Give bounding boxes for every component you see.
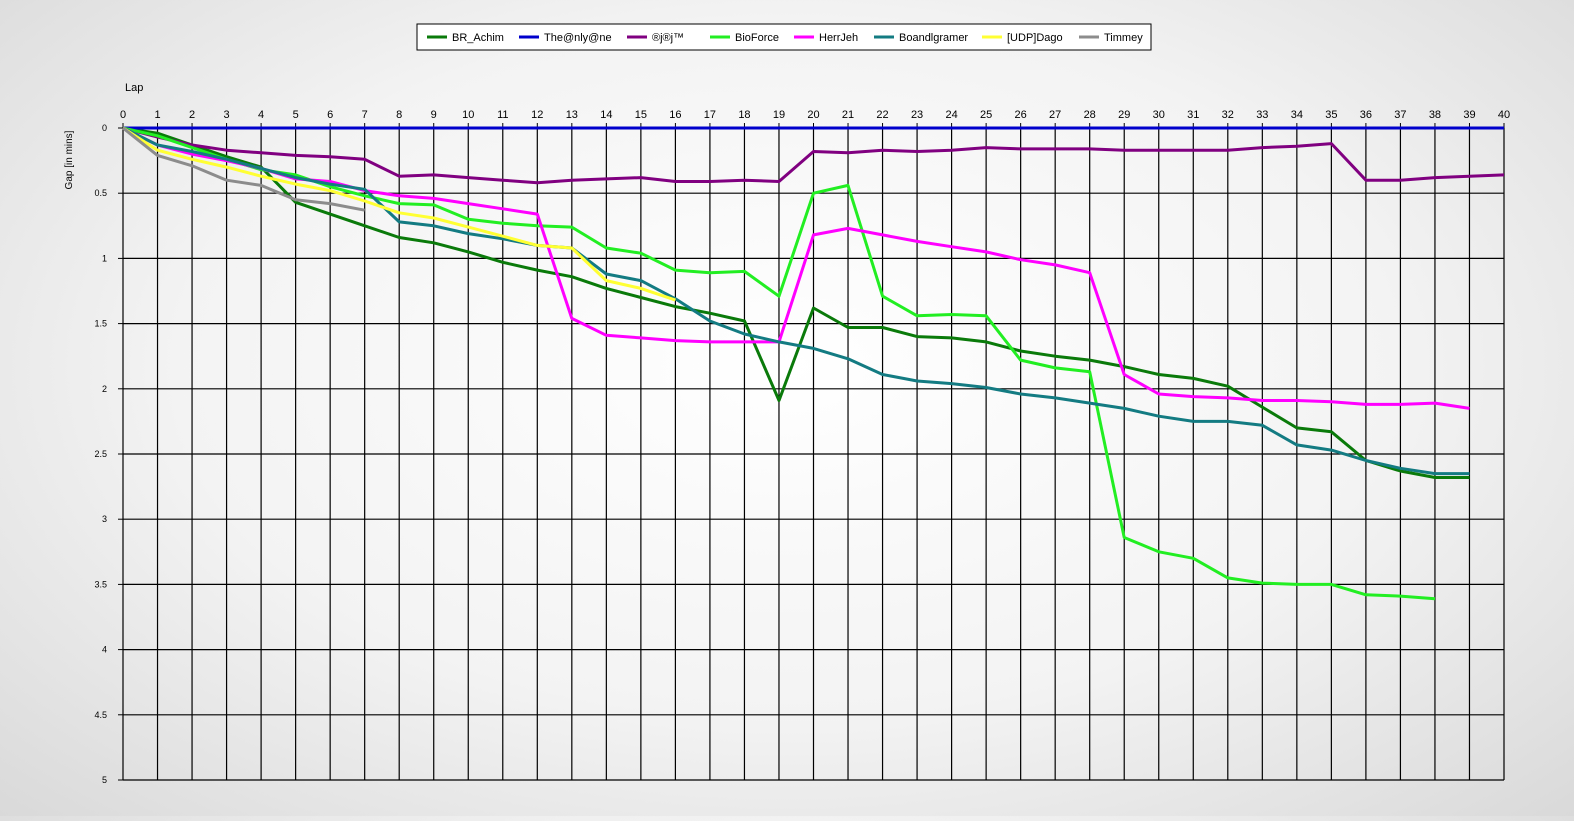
y-tick-label: 0 xyxy=(102,123,107,133)
x-axis-label: Lap xyxy=(125,82,143,94)
x-tick-label: 10 xyxy=(462,109,474,121)
x-tick-label: 1 xyxy=(154,109,160,121)
x-tick-label: 26 xyxy=(1015,109,1027,121)
x-tick-label: 11 xyxy=(497,109,508,121)
legend-entry: ®j®j™ xyxy=(652,32,684,44)
y-tick-label: 0.5 xyxy=(94,188,107,198)
x-tick-label: 28 xyxy=(1084,109,1096,121)
x-tick-label: 36 xyxy=(1360,109,1372,121)
x-tick-label: 0 xyxy=(120,109,126,121)
legend-entry: HerrJeh xyxy=(819,32,858,44)
x-tick-label: 34 xyxy=(1291,109,1303,121)
y-tick-label: 2 xyxy=(102,384,107,394)
line-chart: 0 1 2 3 4 5 6 7 8 9 10 11 12 13 14 15 16 17 18 19 20 21 22 23 24… xyxy=(64,23,1510,785)
y-tick-label: 4.5 xyxy=(94,710,107,720)
x-tick-label: 29 xyxy=(1118,109,1130,121)
x-tick-label: 7 xyxy=(362,109,368,121)
x-tick-label: 9 xyxy=(431,109,437,121)
x-tick-label: 40 xyxy=(1498,109,1510,121)
legend-entry: BioForce xyxy=(735,32,779,44)
x-tick-label: 19 xyxy=(773,109,785,121)
x-tick-label: 21 xyxy=(842,109,854,121)
y-tick-label: 5 xyxy=(102,775,107,785)
x-tick-label: 15 xyxy=(635,109,647,121)
legend-entry: Timmey xyxy=(1104,32,1143,44)
legend-entry: [UDP]Dago xyxy=(1007,32,1063,44)
x-tick-label: 25 xyxy=(980,109,992,121)
x-tick-label: 5 xyxy=(293,109,299,121)
y-tick-label: 2.5 xyxy=(94,449,107,459)
chart-grid xyxy=(123,128,1505,781)
x-tick-label: 20 xyxy=(807,109,819,121)
x-tick-label: 27 xyxy=(1049,109,1061,121)
chart-stage: 0 1 2 3 4 5 6 7 8 9 10 11 12 13 14 15 16 17 18 19 20 21 22 23 24… xyxy=(0,0,1574,816)
x-tick-label: 24 xyxy=(945,109,957,121)
x-tick-label: 8 xyxy=(396,109,402,121)
y-tick-labels: 0 0.5 1 1.5 2 2.5 3 3.5 4 4.5 5 xyxy=(94,123,107,785)
x-tick-label: 18 xyxy=(738,109,750,121)
x-tick-label: 38 xyxy=(1429,109,1441,121)
x-tick-label: 6 xyxy=(327,109,333,121)
y-tick-label: 1 xyxy=(102,253,107,263)
x-tick-label: 16 xyxy=(669,109,681,121)
x-tick-label: 22 xyxy=(876,109,888,121)
legend-entry: The@nly@ne xyxy=(544,32,612,44)
legend-entry: BR_Achim xyxy=(452,32,504,44)
x-tick-label: 12 xyxy=(531,109,543,121)
series-line xyxy=(122,126,1470,410)
x-tick-labels: 0 1 2 3 4 5 6 7 8 9 10 11 12 13 14 15 16 17 18 19 20 21 22 23 24… xyxy=(120,109,1510,121)
x-tick-label: 39 xyxy=(1463,109,1475,121)
x-tick-label: 2 xyxy=(189,109,195,121)
legend-entry: Boandlgramer xyxy=(899,32,968,44)
series-line xyxy=(122,126,365,212)
x-tick-label: 23 xyxy=(911,109,923,121)
y-tick-label: 4 xyxy=(102,645,107,655)
x-tick-label: 13 xyxy=(566,109,578,121)
x-tick-label: 14 xyxy=(600,109,612,121)
x-tick-label: 4 xyxy=(258,109,264,121)
x-tick-label: 31 xyxy=(1187,109,1199,121)
chart-legend: BR_Achim The@nly@ne ®j®j™ BioForce HerrJeh Bo… xyxy=(416,23,1152,51)
x-tick-label: 32 xyxy=(1222,109,1234,121)
x-tick-label: 37 xyxy=(1394,109,1406,121)
y-tick-label: 3 xyxy=(102,514,107,524)
y-axis-label: Gap [in mins] xyxy=(64,130,75,189)
x-tick-label: 30 xyxy=(1153,109,1165,121)
x-tick-label: 35 xyxy=(1325,109,1337,121)
x-tick-label: 17 xyxy=(704,109,716,121)
chart-axes xyxy=(118,123,1505,781)
x-tick-label: 33 xyxy=(1256,109,1268,121)
x-tick-label: 3 xyxy=(224,109,230,121)
y-tick-label: 3.5 xyxy=(94,579,107,589)
y-tick-label: 1.5 xyxy=(94,319,107,329)
